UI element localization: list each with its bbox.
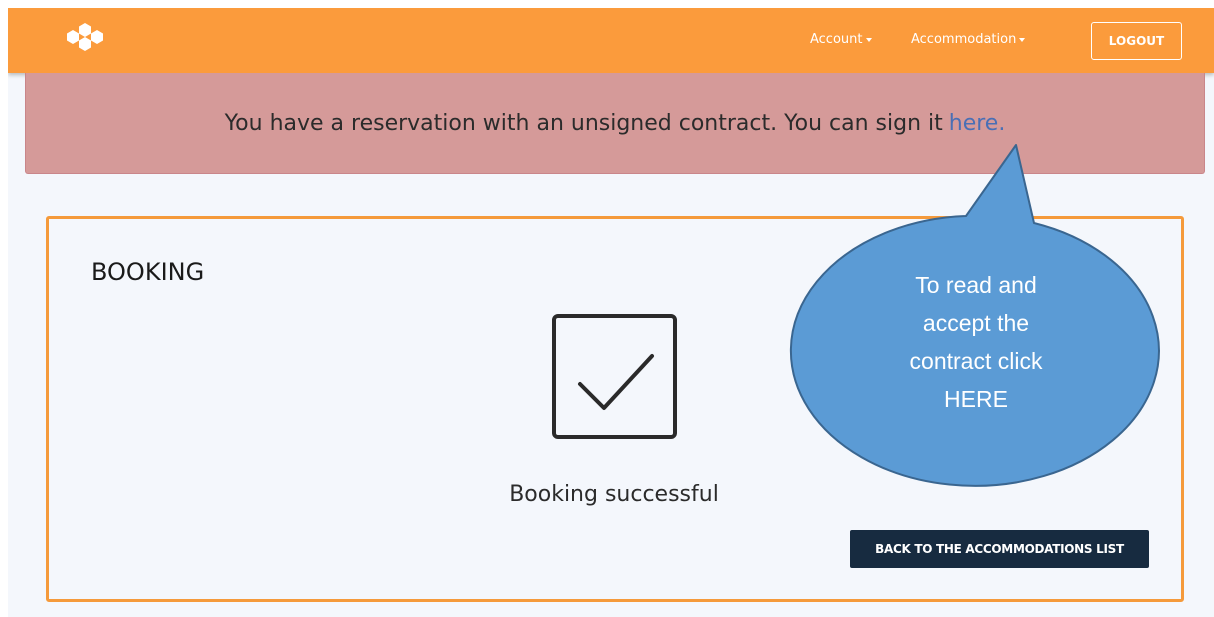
callout-line: contract click [909, 348, 1043, 374]
caret-down-icon [865, 37, 872, 42]
back-to-list-button[interactable]: BACK TO THE ACCOMMODATIONS LIST [850, 530, 1149, 568]
nav-accommodation-dropdown[interactable]: Accommodation [911, 32, 1026, 47]
sign-contract-link[interactable]: here. [949, 111, 1006, 136]
callout-line: accept the [922, 310, 1030, 336]
callout-text: To read and accept the contract click HE… [816, 266, 1136, 418]
hexagon-cluster-logo-icon[interactable] [58, 23, 112, 59]
nav-accommodation-label: Accommodation [911, 32, 1017, 47]
logout-button[interactable]: LOGOUT [1091, 22, 1182, 60]
checkmark-icon [578, 354, 654, 410]
top-navbar: Account Accommodation LOGOUT [8, 8, 1214, 73]
unsigned-contract-alert: You have a reservation with an unsigned … [25, 73, 1205, 174]
caret-down-icon [1019, 37, 1026, 42]
nav-account-label: Account [810, 32, 863, 47]
browser-viewport: Account Accommodation LOGOUT You have a … [8, 8, 1214, 617]
callout-line: HERE [944, 386, 1008, 412]
booking-status-text: Booking successful [509, 482, 719, 507]
callout-line: To read and [915, 272, 1037, 298]
nav-account-dropdown[interactable]: Account [810, 32, 872, 47]
alert-message: You have a reservation with an unsigned … [224, 110, 943, 136]
card-title: BOOKING [91, 258, 205, 286]
